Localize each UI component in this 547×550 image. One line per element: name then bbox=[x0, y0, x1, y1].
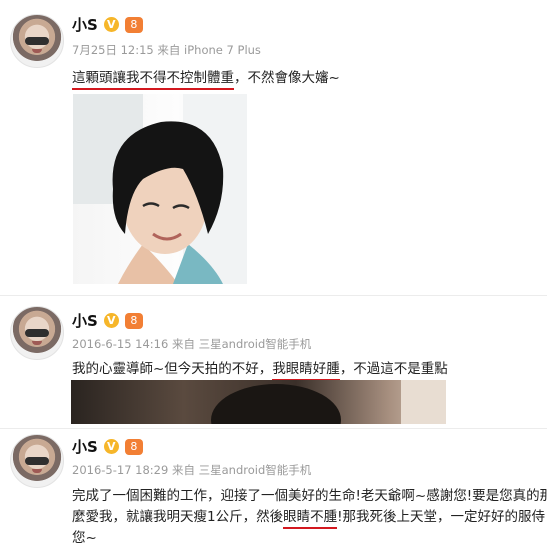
post-header: 小S V 8 bbox=[72, 436, 143, 457]
highlighted-text: 我眼睛好腫 bbox=[272, 357, 340, 381]
red-underline bbox=[283, 527, 338, 529]
mouth-shape bbox=[32, 341, 42, 345]
photo-illustration bbox=[73, 94, 247, 284]
post-divider bbox=[0, 295, 547, 296]
post-text-after: ，不過這不是重點 bbox=[339, 361, 448, 377]
user-avatar[interactable] bbox=[10, 306, 64, 360]
mouth-shape bbox=[32, 469, 42, 473]
username[interactable]: 小S bbox=[72, 310, 98, 331]
verified-badge-icon: V bbox=[103, 439, 119, 454]
post-text-after: !那我死後上天堂，一定好好的服侍 bbox=[337, 509, 546, 525]
username[interactable]: 小S bbox=[72, 436, 98, 457]
photo-illustration bbox=[211, 380, 446, 424]
sunglasses-icon bbox=[25, 37, 49, 45]
verified-badge-icon: V bbox=[103, 313, 119, 328]
post-text-line-3: 您~ bbox=[72, 530, 97, 546]
user-avatar[interactable] bbox=[10, 14, 64, 68]
post-meta: 7月25日 12:15 来自 iPhone 7 Plus bbox=[72, 43, 261, 57]
level-badge-icon: 8 bbox=[124, 312, 143, 329]
verified-badge-icon: V bbox=[103, 17, 119, 32]
highlighted-text-content: 眼睛不腫 bbox=[283, 509, 338, 525]
username[interactable]: 小S bbox=[72, 14, 98, 35]
highlighted-text: 這顆頭讓我不得不控制體重 bbox=[72, 66, 234, 90]
post-meta: 2016-5-17 18:29 来自 三星android智能手机 bbox=[72, 463, 312, 477]
highlighted-text-content: 我眼睛好腫 bbox=[272, 361, 340, 377]
post-text: 我的心靈導師~但今天拍的不好， 我眼睛好腫 ，不過這不是重點 bbox=[72, 357, 448, 381]
sunglasses-icon bbox=[25, 329, 49, 337]
mouth-shape bbox=[32, 49, 42, 53]
highlighted-text-content: 這顆頭讓我不得不控制體重 bbox=[72, 70, 234, 86]
post-text-rest: ，不然會像大嬸~ bbox=[234, 70, 340, 86]
post-header: 小S V 8 bbox=[72, 14, 143, 35]
post-meta: 2016-6-15 14:16 来自 三星android智能手机 bbox=[72, 337, 312, 351]
sunglasses-icon bbox=[25, 457, 49, 465]
user-avatar[interactable] bbox=[10, 434, 64, 488]
post-text-before: 麼愛我，就讓我明天瘦1公斤，然後 bbox=[72, 509, 284, 525]
post-text: 這顆頭讓我不得不控制體重 ，不然會像大嬸~ bbox=[72, 66, 340, 90]
post-divider bbox=[0, 428, 547, 429]
post-header: 小S V 8 bbox=[72, 310, 143, 331]
post-photo[interactable] bbox=[71, 380, 446, 424]
level-badge-icon: 8 bbox=[124, 438, 143, 455]
level-badge-icon: 8 bbox=[124, 16, 143, 33]
highlighted-text: 眼睛不腫 bbox=[283, 505, 338, 529]
red-underline bbox=[72, 88, 234, 90]
post-text-before: 我的心靈導師~但今天拍的不好， bbox=[72, 361, 273, 377]
post-text-line-2: 麼愛我，就讓我明天瘦1公斤，然後 眼睛不腫 !那我死後上天堂，一定好好的服侍 bbox=[72, 505, 546, 529]
post-photo[interactable] bbox=[73, 94, 247, 284]
post-text-line-1: 完成了一個困難的工作，迎接了一個美好的生命!老天爺啊~感謝您!要是您真的那 bbox=[72, 488, 547, 504]
